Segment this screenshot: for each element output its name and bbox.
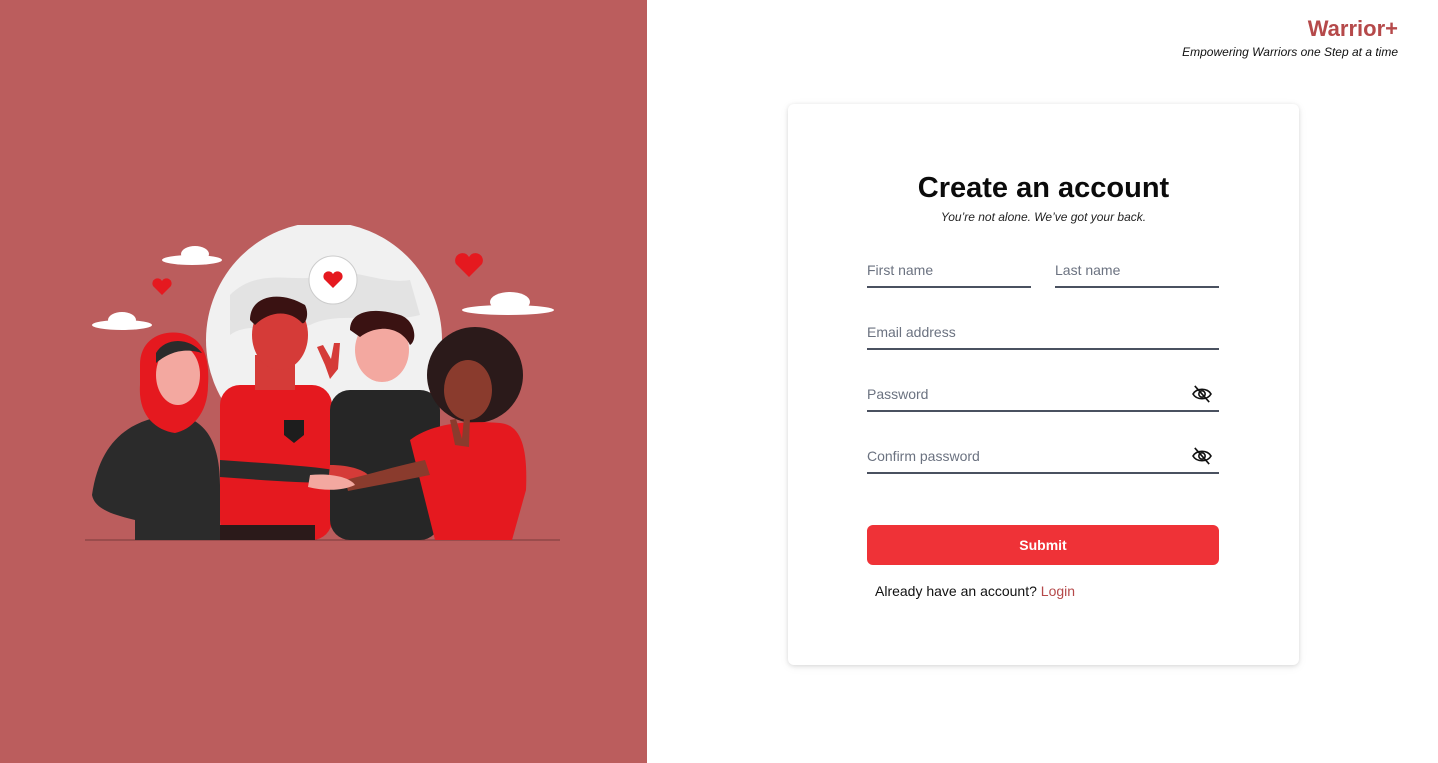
- heart-icon: [455, 253, 483, 277]
- signup-card: Create an account You’re not alone. We’v…: [788, 104, 1299, 665]
- page-title: Create an account: [917, 172, 1170, 204]
- last-name-field: [1055, 256, 1219, 288]
- first-name-input[interactable]: [867, 256, 1031, 284]
- login-link[interactable]: Login: [1041, 583, 1075, 599]
- eye-off-icon[interactable]: [1191, 447, 1213, 465]
- last-name-input[interactable]: [1055, 256, 1219, 284]
- confirm-password-field: [867, 442, 1219, 474]
- password-field: [867, 380, 1219, 412]
- eye-off-icon[interactable]: [1191, 385, 1213, 403]
- password-input[interactable]: [867, 380, 1177, 408]
- confirm-password-input[interactable]: [867, 442, 1177, 470]
- person-hijab-woman: [92, 332, 220, 540]
- brand-logo[interactable]: Warrior+: [1182, 16, 1398, 42]
- first-name-field: [867, 256, 1031, 288]
- login-prompt-row: Already have an account? Login: [875, 583, 1075, 599]
- illustration-panel: [0, 0, 647, 763]
- brand-header: Warrior+ Empowering Warriors one Step at…: [1182, 16, 1398, 59]
- cloud-left-graphic: [92, 312, 152, 330]
- email-input[interactable]: [867, 318, 1219, 346]
- cloud-right-graphic: [462, 292, 554, 315]
- email-field: [867, 318, 1219, 350]
- heart-icon: [152, 278, 172, 295]
- friends-illustration: [85, 225, 560, 541]
- cloud-top-graphic: [162, 246, 222, 265]
- login-prompt-text: Already have an account?: [875, 583, 1037, 599]
- page-subtitle: You’re not alone. We’ve got your back.: [940, 210, 1147, 224]
- submit-button[interactable]: Submit: [867, 525, 1219, 565]
- brand-tagline: Empowering Warriors one Step at a time: [1182, 45, 1398, 59]
